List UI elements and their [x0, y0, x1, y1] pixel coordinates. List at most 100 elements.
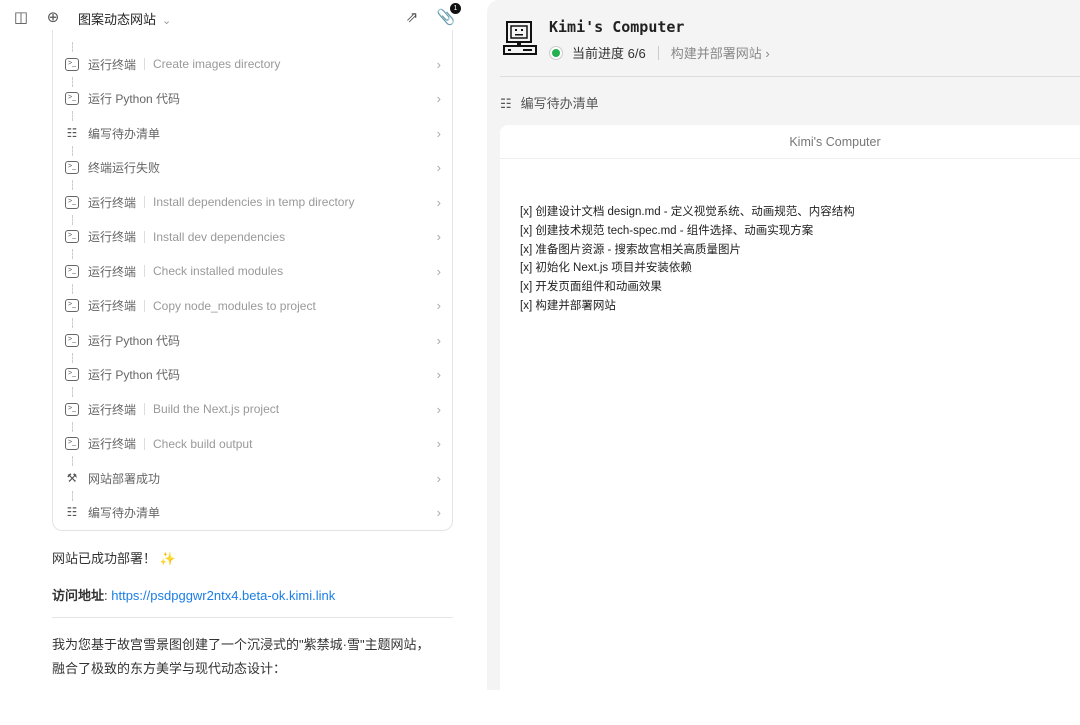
- terminal-icon: >_: [65, 230, 79, 243]
- chevron-right-icon: ›: [436, 401, 441, 417]
- todo-list-icon: ☷: [500, 96, 512, 111]
- step-label: 网站部署成功: [88, 471, 161, 486]
- step-detail: Check build output: [153, 436, 253, 451]
- step-item[interactable]: >_ 运行终端 Check build output ›: [65, 433, 441, 455]
- step-item[interactable]: >_ 运行终端 Build the Next.js project ›: [65, 398, 441, 420]
- step-label: 运行终端: [88, 57, 137, 72]
- step-item[interactable]: >_ 运行终端 Check installed modules ›: [65, 260, 441, 282]
- chevron-right-icon: ›: [436, 160, 441, 175]
- step-connector: [72, 318, 73, 328]
- step-connector: [72, 180, 73, 190]
- step-label: 终端运行失败: [88, 161, 161, 175]
- step-item[interactable]: ⚒ 网站部署成功 ›: [65, 467, 441, 489]
- chevron-down-icon: ⌄: [162, 15, 172, 27]
- terminal-icon: >_: [65, 333, 79, 347]
- progress-row: 当前进度 6/6 构建并部署网站 ›: [549, 43, 770, 62]
- step-connector: [72, 421, 73, 432]
- step-connector: [72, 145, 73, 156]
- terminal-icon: >_: [65, 299, 79, 312]
- step-label: 运行 Python 代码: [88, 92, 181, 106]
- computer-icon: [503, 21, 537, 55]
- chevron-right-icon: ›: [436, 229, 441, 244]
- hammer-icon: ⚒: [66, 470, 78, 485]
- sparkle-icon: ✨: [159, 551, 176, 566]
- step-label: 运行终端: [88, 264, 137, 279]
- step-item[interactable]: ☷ 编写待办清单 ›: [65, 122, 441, 144]
- step-label: 编写待办清单: [88, 126, 161, 141]
- step-detail: Build the Next.js project: [153, 402, 280, 416]
- todo-list-icon: ☷: [66, 505, 78, 519]
- step-item[interactable]: >_ 运行终端 Install dependencies in temp direc…: [65, 191, 441, 213]
- step-connector: [72, 42, 73, 52]
- computer-title: Kimi's Computer: [549, 18, 685, 36]
- step-detail: Copy node_modules to project: [153, 298, 316, 313]
- deploy-message: 网站已成功部署！ ✨: [52, 551, 176, 566]
- step-label: 运行终端: [88, 195, 137, 210]
- chat-panel: ◫ ⊕ 图案动态网站 ⌄ ⇗ 📎 1 >_ 运行终端 Create images di…: [0, 0, 480, 682]
- step-item[interactable]: ☷ 编写待办清单 ›: [65, 502, 441, 524]
- url-line: 访问地址: https://psdpggwr2ntx4.beta-ok.kimi…: [52, 588, 336, 603]
- chevron-right-icon: ›: [436, 470, 441, 486]
- chat-title-text: 图案动态网站: [78, 12, 157, 27]
- chevron-right-icon: ›: [436, 194, 441, 210]
- terminal-icon: >_: [65, 264, 79, 278]
- steps-card: >_ 运行终端 Create images directory › >_ 运行 Pytho…: [52, 30, 453, 531]
- step-label: 运行终端: [88, 299, 137, 313]
- step-detail: Check installed modules: [153, 264, 284, 278]
- attachment-count-badge: 1: [450, 3, 461, 14]
- step-connector: [72, 214, 73, 225]
- step-connector: [72, 111, 73, 121]
- step-detail: Install dependencies in temp directory: [153, 195, 355, 209]
- chevron-right-icon: ›: [436, 263, 441, 279]
- step-detail: Create images directory: [153, 57, 281, 71]
- terminal-icon: >_: [65, 57, 79, 71]
- terminal-icon: >_: [65, 161, 79, 174]
- site-link[interactable]: https://psdpggwr2ntx4.beta-ok.kimi.link: [111, 588, 335, 603]
- new-chat-icon[interactable]: ⊕: [43, 8, 63, 28]
- computer-panel: Kimi's Computer 当前进度 6/6 构建并部署网站 › ☷ 编写待办…: [487, 0, 1080, 725]
- computer-window: Kimi's Computer [x] 创建设计文档 design.md - 定…: [500, 125, 1080, 725]
- step-connector: [72, 283, 73, 294]
- step-connector: [72, 352, 73, 363]
- chevron-right-icon: ›: [436, 367, 441, 382]
- step-item[interactable]: >_ 终端运行失败 ›: [65, 157, 441, 179]
- sidebar-toggle-icon[interactable]: ◫: [11, 8, 31, 28]
- step-item[interactable]: >_ 运行 Python 代码 ›: [65, 88, 441, 110]
- terminal-icon: >_: [65, 195, 79, 209]
- todo-item: [x] 创建技术规范 tech-spec.md - 组件选择、动画实现方案: [520, 224, 814, 237]
- terminal-icon: >_: [65, 437, 79, 450]
- step-label: 运行终端: [88, 402, 137, 417]
- tool-label: ☷ 编写待办清单: [500, 96, 599, 111]
- window-title: Kimi's Computer: [500, 125, 1080, 159]
- current-step-link[interactable]: 构建并部署网站 ›: [671, 43, 770, 62]
- todo-item: [x] 创建设计文档 design.md - 定义视觉系统、动画规范、内容结构: [520, 206, 855, 218]
- step-label: 运行 Python 代码: [88, 368, 181, 382]
- step-item[interactable]: >_ 运行终端 Install dev dependencies ›: [65, 226, 441, 248]
- share-icon[interactable]: ⇗: [402, 8, 422, 28]
- step-label: 运行终端: [88, 230, 137, 244]
- todo-list-icon: ☷: [66, 125, 78, 140]
- chevron-right-icon: ›: [436, 505, 441, 520]
- todo-item: [x] 构建并部署网站: [520, 299, 616, 312]
- divider: [500, 76, 1080, 77]
- chevron-right-icon: ›: [436, 436, 441, 451]
- todo-content: [x] 创建设计文档 design.md - 定义视觉系统、动画规范、内容结构 […: [520, 203, 855, 316]
- chevron-right-icon: ›: [436, 125, 441, 141]
- step-item[interactable]: >_ 运行终端 Copy node_modules to project ›: [65, 295, 441, 317]
- progress-label: 当前进度 6/6: [572, 46, 646, 61]
- step-connector: [72, 249, 73, 259]
- step-item[interactable]: >_ 运行 Python 代码 ›: [65, 329, 441, 351]
- step-item[interactable]: >_ 运行终端 Create images directory ›: [65, 53, 441, 75]
- chevron-right-icon: ›: [436, 298, 441, 313]
- terminal-icon: >_: [65, 368, 79, 381]
- step-detail: Install dev dependencies: [153, 229, 286, 244]
- step-connector: [72, 456, 73, 466]
- step-label: 编写待办清单: [88, 506, 161, 520]
- terminal-icon: >_: [65, 402, 79, 416]
- step-item[interactable]: >_ 运行 Python 代码 ›: [65, 364, 441, 386]
- chat-title[interactable]: 图案动态网站 ⌄: [78, 9, 171, 28]
- chevron-right-icon: ›: [436, 91, 441, 106]
- step-connector: [72, 76, 73, 87]
- todo-item: [x] 开发页面组件和动画效果: [520, 281, 662, 294]
- chevron-right-icon: ›: [436, 56, 441, 72]
